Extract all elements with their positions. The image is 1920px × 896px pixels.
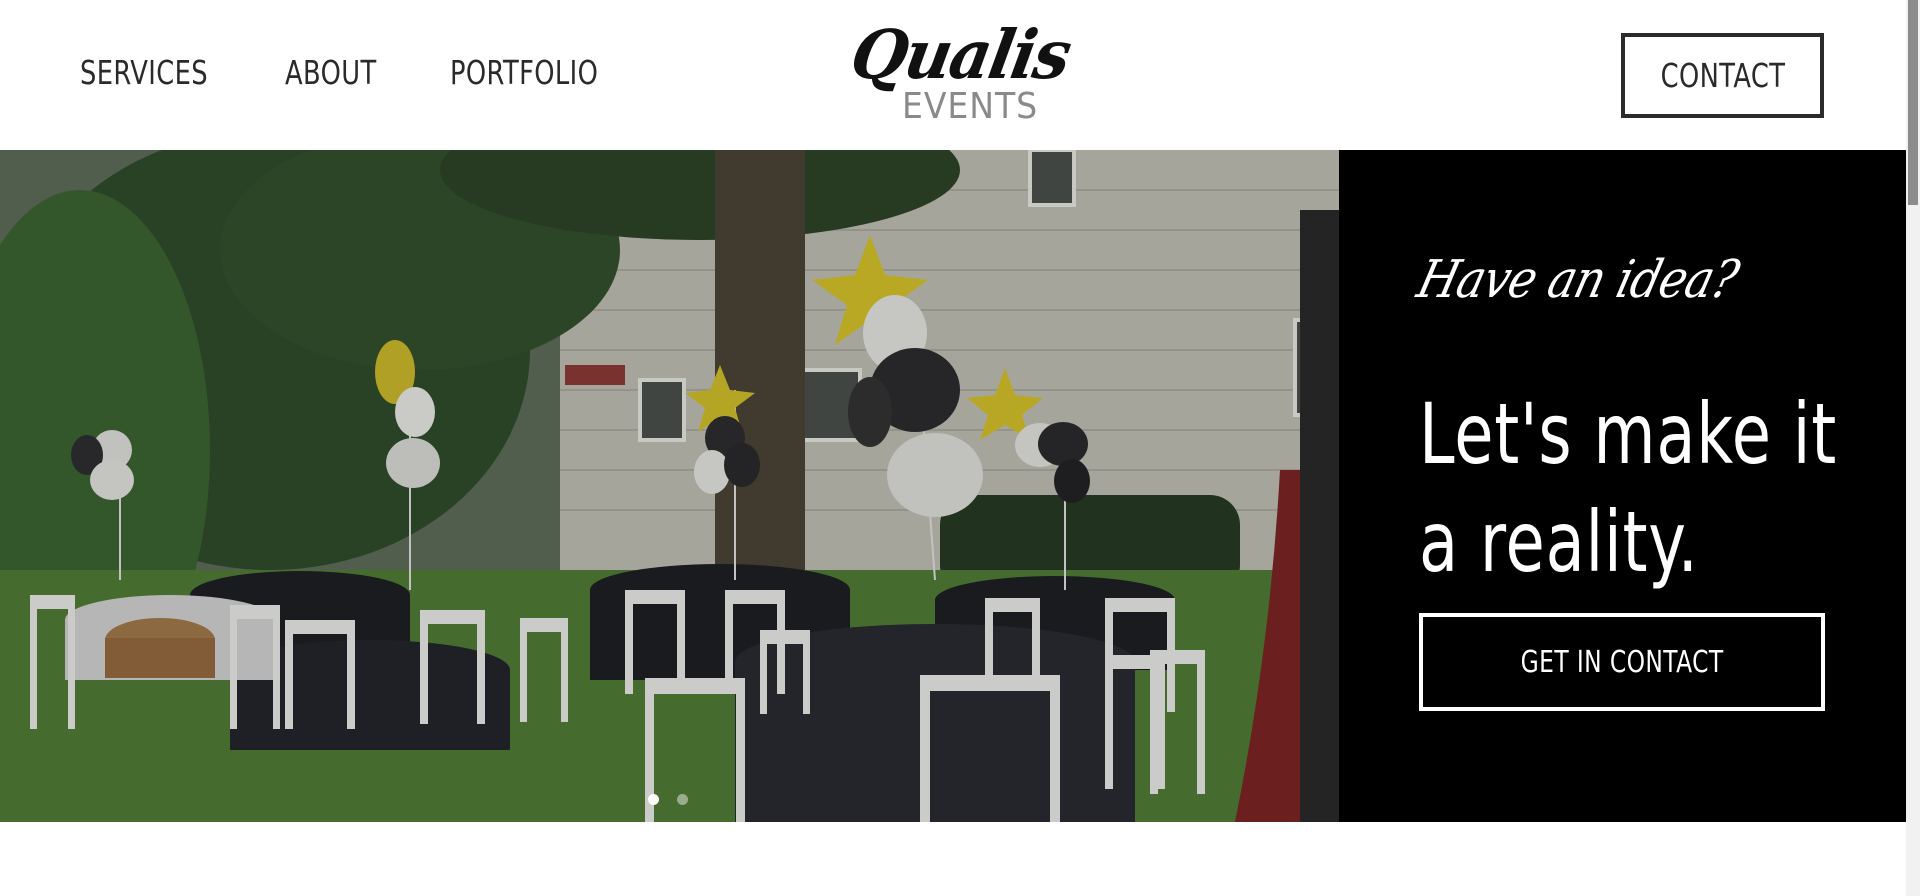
page-scrollbar[interactable]	[1906, 0, 1920, 896]
contact-button-label: CONTACT	[1660, 56, 1785, 95]
hero-section: Have an idea? Let's make it a reality. G…	[0, 150, 1906, 822]
nav-portfolio[interactable]: PORTFOLIO	[450, 53, 598, 92]
slide-dot-1[interactable]	[648, 794, 659, 805]
scrollbar-thumb[interactable]	[1908, 0, 1918, 205]
hero-headline: Let's make it a reality.	[1419, 385, 1838, 591]
logo-script-text: Qualis	[845, 16, 1076, 95]
logo-sub-text: EVENTS	[902, 86, 1039, 127]
site-header: SERVICES ABOUT PORTFOLIO Qualis EVENTS C…	[0, 0, 1906, 150]
slideshow-dots	[648, 794, 688, 805]
garden-party-photo	[0, 150, 1339, 822]
get-in-contact-button[interactable]: GET IN CONTACT	[1419, 613, 1825, 711]
hero-cta-panel: Have an idea? Let's make it a reality. G…	[1339, 150, 1906, 822]
hero-slideshow-image	[0, 150, 1339, 822]
hero-tagline: Have an idea?	[1411, 250, 1744, 310]
get-in-contact-label: GET IN CONTACT	[1520, 644, 1724, 680]
nav-about[interactable]: ABOUT	[285, 53, 377, 92]
nav-services[interactable]: SERVICES	[80, 53, 208, 92]
contact-button[interactable]: CONTACT	[1621, 33, 1824, 118]
slide-dot-2[interactable]	[677, 794, 688, 805]
site-logo[interactable]: Qualis EVENTS	[845, 16, 1075, 130]
